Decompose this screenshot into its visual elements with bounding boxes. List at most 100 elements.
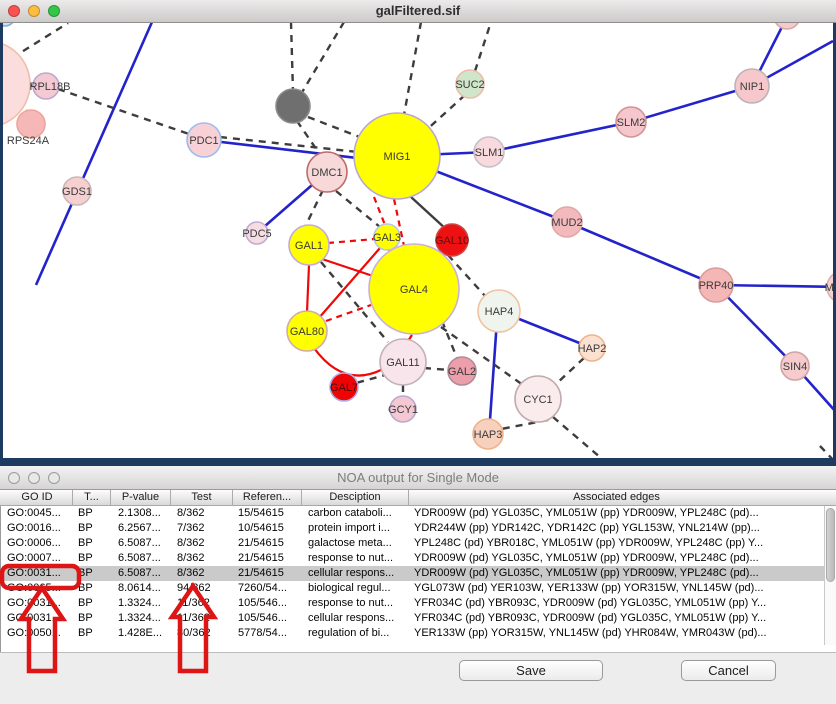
graph-node-GDS1[interactable]: GDS1 (62, 177, 92, 205)
table-row-1[interactable]: GO:0016...BP6.2567...7/36210/54615protei… (2, 521, 825, 536)
column-header-2[interactable]: P-value (111, 490, 171, 505)
cell-associated-edges: YFR034C (pd) YBR093C, YDR009W (pd) YGL03… (414, 596, 824, 611)
graph-node-GAL7[interactable]: GAL7 (330, 373, 358, 401)
graph-node-GAL2[interactable]: GAL2 (448, 357, 476, 385)
table-row-3[interactable]: GO:0007...BP6.5087...8/36221/54615respon… (2, 551, 825, 566)
graph-window-titlebar[interactable]: galFiltered.sif (0, 0, 836, 23)
graph-node-label: SLM1 (475, 147, 504, 159)
cell-description: cellular respons... (308, 611, 409, 626)
cell-type: BP (78, 611, 111, 626)
cell-description: cellular respons... (308, 566, 409, 581)
graph-node-label: GAL2 (448, 366, 476, 378)
cell-type: BP (78, 566, 111, 581)
table-header: GO IDT...P-valueTestReferen...Desciption… (0, 490, 836, 506)
cell-test: 11/362 (177, 596, 233, 611)
cell-associated-edges: YDR244W (pp) YDR142C, YDR142C (pp) YGL15… (414, 521, 824, 536)
graph-node-PDC1[interactable]: PDC1 (187, 123, 221, 157)
graph-node-gray-node[interactable] (276, 89, 310, 123)
cell-reference: 7260/54... (238, 581, 302, 596)
cancel-button[interactable]: Cancel (681, 660, 776, 681)
table-row-6[interactable]: GO:0031...BP1.3324...11/362105/546...res… (2, 596, 825, 611)
graph-node-HAP4[interactable]: HAP4 (478, 290, 520, 332)
graph-node-label: GAL7 (330, 382, 358, 394)
column-header-1[interactable]: T... (73, 490, 111, 505)
column-header-3[interactable]: Test (171, 490, 233, 505)
graph-node-NIP1[interactable]: NIP1 (735, 69, 769, 103)
table-row-5[interactable]: GO:0065...BP8.0614...94/3627260/54...bio… (2, 581, 825, 596)
cell-go-id: GO:0007... (7, 551, 73, 566)
cell-type: BP (78, 536, 111, 551)
cell-description: response to nut... (308, 551, 409, 566)
graph-node-GAL1[interactable]: GAL1 (289, 225, 329, 265)
graph-node-label: SLM2 (617, 117, 646, 129)
graph-node-GAL11[interactable]: GAL11 (380, 339, 426, 385)
graph-node-DMC1[interactable]: DMC1 (307, 152, 347, 192)
cell-associated-edges: YPL248C (pd) YBR018C, YML051W (pp) YDR00… (414, 536, 824, 551)
vertical-scrollbar[interactable] (824, 506, 836, 645)
graph-node-label: PDC5 (242, 228, 271, 240)
cell-test: 80/362 (177, 626, 233, 641)
column-header-5[interactable]: Desciption (302, 490, 409, 505)
table-row-7[interactable]: GO:0031...BP1.3324...11/362105/546...cel… (2, 611, 825, 626)
graph-node-label: HAP2 (578, 343, 607, 355)
graph-node-PRP40[interactable]: PRP40 (699, 268, 734, 302)
graph-node-label: RPS24A (7, 135, 50, 147)
cell-type: BP (78, 521, 111, 536)
table-row-2[interactable]: GO:0006...BP6.5087...8/36221/54615galact… (2, 536, 825, 551)
graph-node-label: RPL18B (30, 81, 71, 93)
graph-node-CYC1[interactable]: CYC1 (515, 376, 561, 422)
table-row-8[interactable]: GO:0050...BP1.428E...80/3625778/54...reg… (2, 626, 825, 641)
graph-node-SUC2[interactable]: SUC2 (455, 70, 484, 98)
graph-node-GAL4[interactable]: GAL4 (369, 244, 459, 334)
graph-node-label: HAP3 (474, 429, 503, 441)
cell-test: 8/362 (177, 566, 233, 581)
table-row-0[interactable]: GO:0045...BP2.1308...8/36215/54615carbon… (2, 506, 825, 521)
graph-node-label: SIN4 (783, 361, 807, 373)
cell-associated-edges: YER133W (pp) YOR315W, YNL145W (pd) YHR08… (414, 626, 824, 641)
cell-p-value: 6.5087... (118, 551, 172, 566)
graph-node-GAL80[interactable]: GAL80 (287, 311, 327, 351)
graph-node-SIN4[interactable]: SIN4 (781, 352, 809, 380)
graph-node-SLM2[interactable]: SLM2 (616, 107, 646, 137)
cell-go-id: GO:0031... (7, 566, 73, 581)
graph-node-MIG1[interactable]: MIG1 (354, 113, 440, 199)
cell-p-value: 8.0614... (118, 581, 172, 596)
cell-p-value: 1.3324... (118, 596, 172, 611)
cell-p-value: 1.428E... (118, 626, 172, 641)
graph-node-GAL3[interactable]: GAL3 (373, 224, 401, 250)
cell-reference: 21/54615 (238, 536, 302, 551)
cell-reference: 15/54615 (238, 506, 302, 521)
cell-associated-edges: YDR009W (pd) YGL035C, YML051W (pp) YDR00… (414, 506, 824, 521)
column-header-4[interactable]: Referen... (233, 490, 302, 505)
cell-go-id: GO:0031... (7, 596, 73, 611)
graph-node-HAP2[interactable]: HAP2 (578, 335, 607, 361)
graph-window-title: galFiltered.sif (0, 3, 836, 18)
graph-node-GAL10[interactable]: GAL10 (435, 224, 469, 256)
graph-node-label: GAL10 (435, 235, 469, 247)
cell-go-id: GO:0050... (7, 626, 73, 641)
column-header-0[interactable]: GO ID (2, 490, 73, 505)
cell-associated-edges: YDR009W (pd) YGL035C, YML051W (pp) YDR00… (414, 551, 824, 566)
cell-reference: 21/54615 (238, 551, 302, 566)
column-header-6[interactable]: Associated edges (409, 490, 824, 505)
graph-node-label: GAL80 (290, 326, 324, 338)
graph-node-label: SUC2 (455, 79, 484, 91)
graph-node-HAP3[interactable]: HAP3 (473, 419, 503, 449)
graph-node-label: PRP40 (699, 280, 734, 292)
graph-node-label: DMC1 (311, 167, 342, 179)
graph-node-MUD2[interactable]: MUD2 (551, 207, 582, 237)
cell-description: protein import i... (308, 521, 409, 536)
save-button[interactable]: Save (459, 660, 603, 681)
cell-reference: 21/54615 (238, 566, 302, 581)
scrollbar-thumb[interactable] (826, 508, 835, 582)
cell-reference: 5778/54... (238, 626, 302, 641)
cell-type: BP (78, 551, 111, 566)
cell-test: 8/362 (177, 506, 233, 521)
cell-go-id: GO:0065... (7, 581, 73, 596)
noa-window-titlebar[interactable]: NOA output for Single Mode (0, 466, 836, 490)
table-row-4[interactable]: GO:0031...BP6.5087...8/36221/54615cellul… (2, 566, 825, 581)
graph-node-label: GAL3 (373, 232, 401, 244)
cell-type: BP (78, 596, 111, 611)
graph-node-SLM1[interactable]: SLM1 (474, 137, 504, 167)
network-canvas[interactable]: RPL18B RPS24A GDS1 PDC1 MIG1 DMC1 SUC2 SLM1 SLM2… (0, 0, 836, 458)
